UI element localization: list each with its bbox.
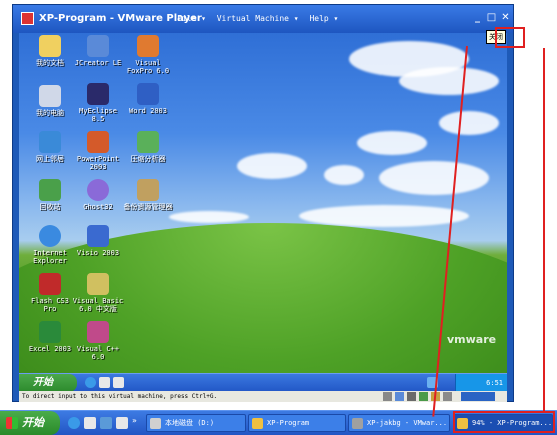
powerpoint-icon — [87, 131, 109, 153]
visual-cpp-icon — [87, 321, 109, 343]
folder-icon — [39, 35, 61, 57]
desktop-icon-compression-analyzer[interactable]: 压缩分析器 — [121, 131, 175, 163]
host-start-button[interactable]: 开始 — [0, 411, 60, 435]
cloud — [169, 211, 249, 223]
menu-help[interactable]: Help ▾ — [309, 14, 338, 23]
vmware-status-icon — [461, 392, 495, 401]
sound-icon[interactable] — [443, 392, 452, 401]
status-text: To direct input to this virtual machine,… — [22, 393, 218, 400]
desktop-icon-myeclipse[interactable]: MyEclipse 8.5 — [71, 83, 125, 123]
desktop-icon-my-computer[interactable]: 我的电脑 — [23, 85, 77, 117]
minimize-button[interactable]: _ — [471, 11, 484, 24]
maximize-button[interactable]: □ — [485, 11, 498, 24]
device-icons — [383, 391, 503, 402]
taskbar-button-xp-program-folder[interactable]: XP-Program — [248, 414, 346, 432]
quicklaunch-more-icon[interactable]: » — [132, 416, 137, 425]
desktop-icon-excel[interactable]: Excel 2003 — [23, 321, 77, 353]
ie-icon — [39, 225, 61, 247]
guest-start-button[interactable]: 开始 — [19, 374, 77, 391]
desktop-icon-network[interactable]: 网上邻居 — [23, 131, 77, 163]
ie-quicklaunch-icon[interactable] — [85, 377, 96, 388]
desktop-icon-recycle-bin[interactable]: 回收站 — [23, 179, 77, 211]
cdrom-icon[interactable] — [395, 392, 404, 401]
desktop-icon-my-documents[interactable]: 我的文档 — [23, 35, 77, 67]
explorer-quicklaunch-icon[interactable] — [116, 417, 128, 429]
windows-logo-icon — [6, 417, 18, 429]
menu-virtual-machine[interactable]: Virtual Machine ▾ — [217, 14, 299, 23]
computer-icon — [39, 85, 61, 107]
cloud — [399, 67, 499, 95]
vmware-logo: vmware — [447, 333, 497, 346]
word-icon — [137, 83, 159, 105]
desktop-icon-backup-manager[interactable]: 备份资源管理器 — [121, 179, 175, 211]
desktop-icon-word[interactable]: Word 2003 — [121, 83, 175, 115]
drive-icon — [150, 418, 161, 429]
flash-icon — [39, 273, 61, 295]
taskbar-button-local-disk[interactable]: 本地磁盘 (D:) — [146, 414, 246, 432]
ie-quicklaunch-icon[interactable] — [68, 417, 80, 429]
cloud — [237, 153, 307, 179]
cloud — [299, 205, 469, 227]
myeclipse-icon — [87, 83, 109, 105]
cloud — [357, 131, 427, 155]
network-adapter-icon[interactable] — [419, 392, 428, 401]
taskbar-button-xp-jakbg-vmware[interactable]: XP-jakbg - VMwar... — [348, 414, 450, 432]
title-bar[interactable]: XP-Program - VMware Player File ▾ Virtua… — [13, 5, 513, 33]
menu-bar: File ▾ Virtual Machine ▾ Help ▾ — [177, 14, 344, 23]
desktop-icon-flash-cs3[interactable]: Flash CS3 Pro — [23, 273, 77, 313]
annotation-highlight-taskbar-button — [453, 411, 555, 433]
guest-clock: 6:51 — [486, 379, 503, 387]
folder-icon — [252, 418, 263, 429]
visio-icon — [87, 225, 109, 247]
analyzer-icon — [137, 131, 159, 153]
desktop-icon-visual-cpp[interactable]: Visual C++ 6.0 — [71, 321, 125, 361]
hdd-icon[interactable] — [383, 392, 392, 401]
desktop-icon-visual-foxpro[interactable]: Visual FoxPro 6.0 — [121, 35, 175, 75]
recycle-bin-icon — [39, 179, 61, 201]
desktop-icon-powerpoint[interactable]: PowerPoint 2003 — [71, 131, 125, 171]
network-icon — [39, 131, 61, 153]
vmware-app-icon — [21, 12, 34, 25]
ghost-icon — [87, 179, 109, 201]
guest-desktop[interactable]: 我的文档 我的电脑 网上邻居 回收站 Internet Explorer Fla… — [19, 33, 507, 391]
backup-icon — [137, 179, 159, 201]
visual-basic-icon — [87, 273, 109, 295]
close-button[interactable]: ✕ — [499, 11, 512, 24]
desktop-quicklaunch-icon[interactable] — [99, 377, 110, 388]
annotation-highlight-close — [495, 27, 525, 48]
vmware-icon — [352, 418, 363, 429]
desktop-icon-visio[interactable]: Visio 2003 — [71, 225, 125, 257]
desktop-icon-visual-basic[interactable]: Visual Basic 6.0 中文版 — [71, 273, 125, 313]
cloud — [439, 111, 499, 135]
excel-icon — [39, 321, 61, 343]
foxpro-icon — [137, 35, 159, 57]
cloud — [324, 165, 364, 185]
jcreator-icon — [87, 35, 109, 57]
desktop-icon-ghost32[interactable]: Ghost32 — [71, 179, 125, 211]
desktop-icon-jcreator[interactable]: JCreator LE — [71, 35, 125, 67]
cloud — [379, 161, 489, 195]
media-quicklaunch-icon[interactable] — [100, 417, 112, 429]
guest-system-tray: 6:51 — [455, 374, 507, 391]
desktop-quicklaunch-icon[interactable] — [84, 417, 96, 429]
floppy-icon[interactable] — [407, 392, 416, 401]
desktop-icon-internet-explorer[interactable]: Internet Explorer — [23, 225, 77, 265]
explorer-quicklaunch-icon[interactable] — [113, 377, 124, 388]
menu-file[interactable]: File ▾ — [177, 14, 206, 23]
annotation-connector-line — [543, 48, 545, 412]
